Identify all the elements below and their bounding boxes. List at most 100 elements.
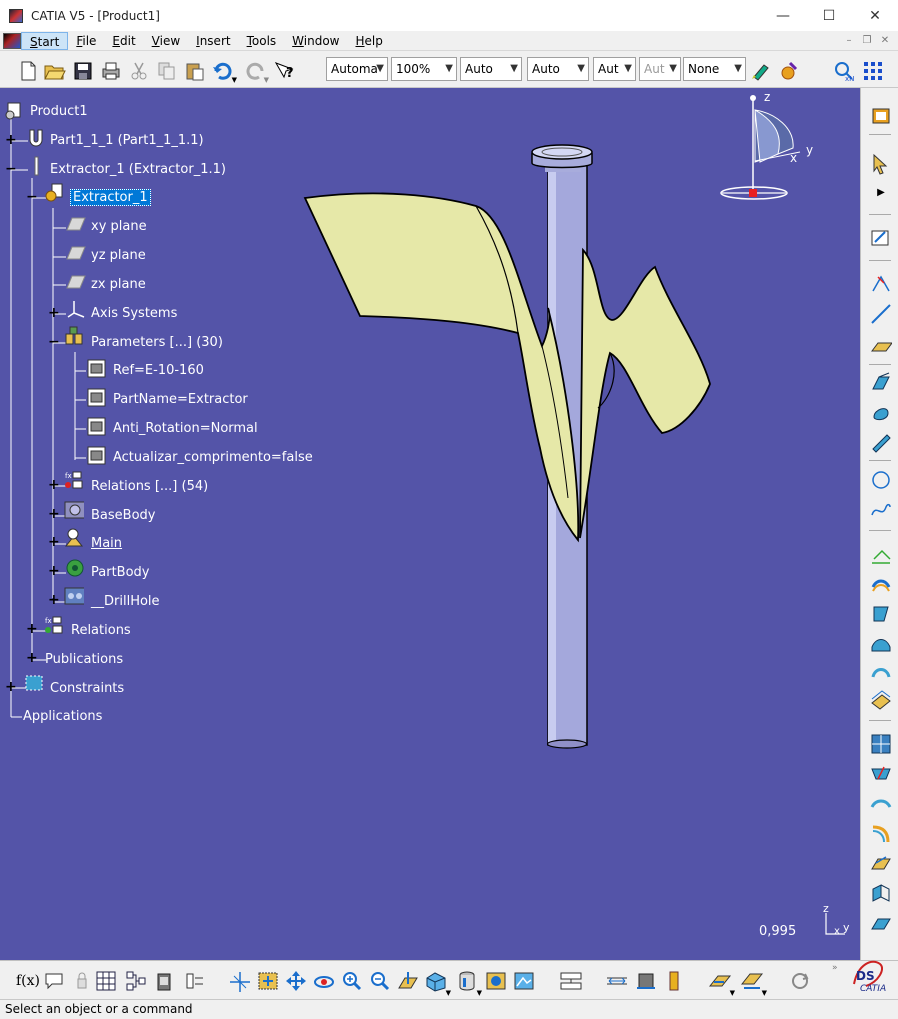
offset-surface-icon[interactable] [869,574,893,598]
generative-shape-icon[interactable]: ▼ [708,969,735,997]
extractor-surface-left[interactable] [303,192,580,543]
whats-this-icon[interactable]: ? [274,60,296,82]
tree-basebody[interactable]: BaseBody [91,507,155,525]
tree-applications[interactable]: Applications [23,708,102,726]
partbody-gear-icon[interactable] [64,557,84,577]
compass[interactable]: z x y [720,90,813,200]
zoom-in-icon[interactable] [340,969,364,993]
paste-icon[interactable] [184,60,206,82]
expand-relations-icon[interactable]: + [26,622,38,636]
zx-plane-icon[interactable] [66,272,86,292]
tree-part1[interactable]: Part1_1_1 (Part1_1_1.1) [50,132,204,150]
tree-param-ref[interactable]: Ref=E-10-160 [113,362,204,380]
fill-surface-icon[interactable] [869,602,893,626]
wireframe-law-icon[interactable] [869,544,893,568]
select-arrow-icon[interactable] [869,152,893,176]
shading-icon[interactable] [484,969,508,993]
constraints-icon[interactable] [24,672,44,692]
menu-view[interactable]: View [144,32,188,50]
tree-zx-plane[interactable]: zx plane [91,276,146,294]
open-icon[interactable] [44,60,66,82]
join-icon[interactable] [869,688,893,712]
menu-window[interactable]: Window [284,32,347,50]
product-icon[interactable] [4,101,24,121]
catalog-icon[interactable] [152,969,176,993]
expand-main-icon[interactable]: + [48,535,60,549]
tree-relations[interactable]: Relations [71,622,131,640]
extrapolate-icon[interactable] [869,882,893,906]
print-icon[interactable] [100,60,122,82]
collapse-parameters-icon[interactable]: − [48,335,60,349]
part-magnet-icon[interactable] [26,128,46,148]
tree-main[interactable]: Main [91,535,122,553]
grid-icon[interactable] [862,60,884,82]
parameter-string-icon[interactable] [86,416,106,436]
loft-surface-icon[interactable] [869,660,893,684]
measure-inertia-icon[interactable] [662,969,686,993]
tree-relations-inner[interactable]: Relations [...] (54) [91,478,208,496]
refresh-icon[interactable] [788,969,812,993]
toolbar-more-icon[interactable]: ▶ [869,180,893,204]
sketch-icon[interactable] [869,226,893,250]
undo-icon[interactable]: ▼ [212,60,237,84]
tree-partbody[interactable]: PartBody [91,564,149,582]
zoom-select[interactable]: 100% ▼ [391,57,457,81]
measure-between-icon[interactable] [605,969,629,993]
parameter-boolean-icon[interactable] [86,445,106,465]
update-icon[interactable]: ▼ [740,969,767,997]
quick-view-icon[interactable]: ▼ [424,969,451,997]
parameter-string-icon[interactable] [86,387,106,407]
knowledge-structure-icon[interactable] [124,969,148,993]
extrude-surface-icon[interactable] [869,370,893,394]
tree-parameters[interactable]: Parameters [...] (30) [91,334,223,352]
close-button[interactable]: ✕ [852,0,898,31]
relations-icon[interactable]: fx [44,615,64,635]
lock-icon[interactable] [70,969,94,993]
menu-tools[interactable]: Tools [239,32,285,50]
tree-constraints[interactable]: Constraints [50,680,124,698]
tree-yz-plane[interactable]: yz plane [91,247,146,265]
menu-help[interactable]: Help [348,32,391,50]
comment-icon[interactable] [43,969,67,993]
collapse-extractor-icon[interactable]: − [5,162,17,176]
menu-insert[interactable]: Insert [188,32,238,50]
tree-xy-plane[interactable]: xy plane [91,218,147,236]
yz-plane-icon[interactable] [66,243,86,263]
reaction-icon[interactable] [182,969,206,993]
line-weight-select[interactable]: Auto ▼ [460,57,522,81]
axis-system-icon[interactable] [66,299,86,319]
view-mode-icon[interactable]: ▼ [455,969,482,997]
transparency-select[interactable]: Aut ▼ [639,57,681,81]
expand-constraints-icon[interactable]: + [5,680,17,694]
revolve-surface-icon[interactable] [869,400,893,424]
expand-axis-icon[interactable]: + [48,306,60,320]
tree-drillhole[interactable]: __DrillHole [91,593,160,611]
point-icon[interactable] [869,272,893,296]
tree-extractor-part[interactable]: Extractor_1 [70,189,151,206]
tree-product1[interactable]: Product1 [30,103,88,121]
circle-icon[interactable] [869,468,893,492]
normal-view-icon[interactable] [396,969,420,993]
measure-item-icon[interactable] [634,969,658,993]
tree-axis-systems[interactable]: Axis Systems [91,305,177,323]
parameter-string-icon[interactable] [86,358,106,378]
product-workbench-icon[interactable] [869,104,893,128]
extractor-surface-right[interactable] [579,247,711,539]
3d-viewport[interactable]: z x y z x y Product1 + Part1_1_1 (Part1_… [0,88,860,960]
zoom-out-icon[interactable] [368,969,392,993]
extract-icon[interactable] [869,792,893,816]
spline-icon[interactable] [869,498,893,522]
tree-publications[interactable]: Publications [45,651,123,669]
tree-param-actualizar[interactable]: Actualizar_comprimento=false [113,449,313,467]
fillet-icon[interactable] [869,822,893,846]
sweep-surface-icon[interactable] [869,430,893,454]
split-icon[interactable] [869,732,893,756]
swap-visible-space-icon[interactable] [559,969,583,993]
pan-icon[interactable] [284,969,308,993]
part-gear-icon[interactable] [44,183,64,203]
expand-partbody-icon[interactable]: + [48,564,60,578]
design-table-icon[interactable] [94,969,118,993]
body-icon[interactable] [64,500,84,520]
plane-icon[interactable] [869,334,893,358]
tree-extractor-product[interactable]: Extractor_1 (Extractor_1.1) [50,161,226,179]
